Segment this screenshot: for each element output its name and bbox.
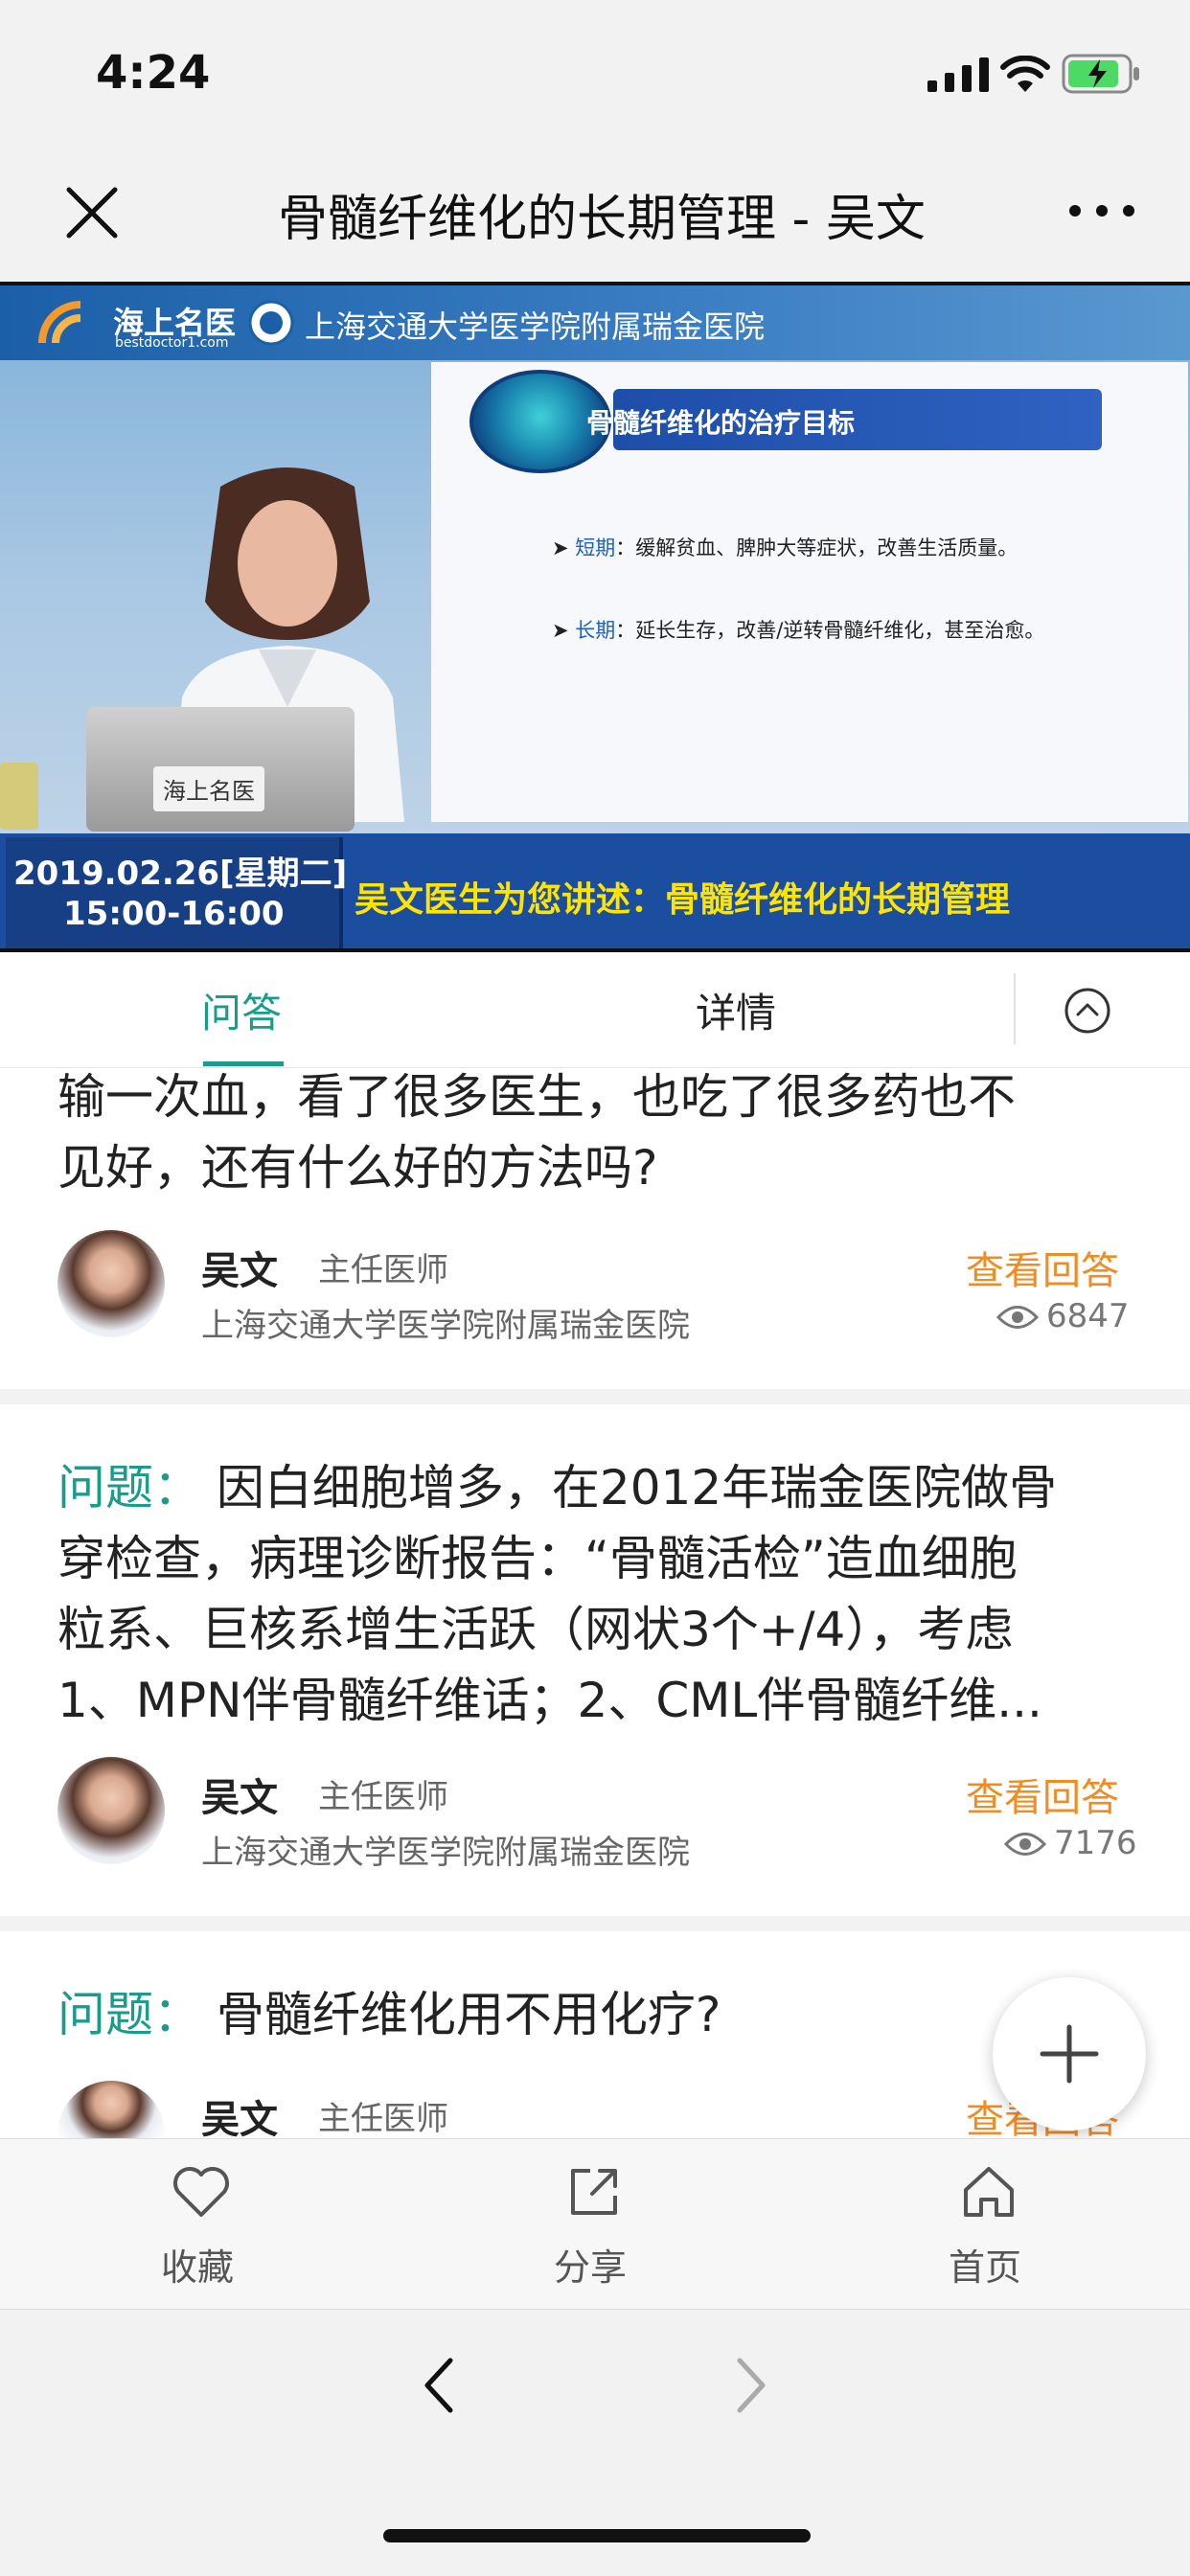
plus-icon <box>1040 2024 1099 2084</box>
video-logo-subtext: bestdoctor1.com <box>115 335 229 351</box>
slide-title: 骨髓纤维化的治疗目标 <box>586 407 856 439</box>
doctor-title: 主任医师 <box>318 2100 448 2138</box>
view-count: 6847 <box>1046 1297 1130 1335</box>
slide-bullet-long-term: ➤ 长期：延长生存，改善/逆转骨髓纤维化，甚至治愈。 <box>552 619 1045 642</box>
view-answer-link[interactable]: 查看回答 <box>966 1240 1119 1295</box>
doctor-title: 主任医师 <box>318 1251 448 1289</box>
slide-bullet-key: 短期 <box>575 536 616 559</box>
doctor-hospital: 上海交通大学医学院附属瑞金医院 <box>201 1834 690 1872</box>
question-text[interactable]: 问题： 骨髓纤维化用不用化疗? <box>57 1979 721 2050</box>
home-indicator <box>383 2529 811 2542</box>
question-line: 因白细胞增多，在2012年瑞金医院做骨 <box>216 1460 1058 1516</box>
share-label: 分享 <box>554 2246 628 2289</box>
slide-bullet-text: ：缓解贫血、脾肿大等症状，改善生活质量。 <box>615 536 1018 559</box>
slide-bullet-text: ：延长生存，改善/逆转骨髓纤维化，甚至治愈。 <box>615 619 1045 642</box>
favorite-button[interactable]: 收藏 <box>144 2161 259 2295</box>
forward-icon[interactable] <box>732 2357 770 2414</box>
question-line: 穿检查，病理诊断报告：“骨髓活检”造血细胞 <box>57 1531 1018 1586</box>
favorite-label: 收藏 <box>161 2246 235 2289</box>
broadcast-time: 15:00-16:00 <box>63 895 285 933</box>
more-icon[interactable] <box>1064 192 1140 230</box>
question-line: 1、MPN伴骨髓纤维话；2、CML伴骨髓纤维... <box>57 1673 1042 1728</box>
video-hospital-name: 上海交通大学医学院附属瑞金医院 <box>305 308 766 345</box>
list-separator <box>0 1389 1190 1404</box>
doctor-name: 吴文 <box>201 1249 278 1293</box>
status-time: 4:24 <box>96 46 211 100</box>
slide-bullet-short-term: ➤ 短期：缓解贫血、脾肿大等症状，改善生活质量。 <box>552 536 1018 559</box>
hospital-emblem-icon <box>248 300 294 346</box>
doctor-hospital: 上海交通大学医学院附属瑞金医院 <box>201 1307 690 1345</box>
cellular-signal-icon <box>927 57 989 92</box>
laptop-logo-text: 海上名医 <box>153 766 264 811</box>
list-separator <box>0 1916 1190 1931</box>
question-line: 见好，还有什么好的方法吗? <box>57 1140 658 1196</box>
question-line: 输一次血，看了很多医生，也吃了很多药也不 <box>57 1069 1016 1125</box>
share-button[interactable]: 分享 <box>537 2161 652 2295</box>
question-line: 粒系、巨核系增生活跃（网状3个+/4），考虑 <box>57 1602 1014 1657</box>
broadcast-date: 2019.02.26[星期二] <box>13 855 348 893</box>
eye-icon <box>996 1306 1039 1329</box>
add-button[interactable] <box>993 1977 1146 2131</box>
back-icon[interactable] <box>420 2357 458 2414</box>
question-text[interactable]: 问题： 因白细胞增多，在2012年瑞金医院做骨 穿检查，病理诊断报告：“骨髓活检… <box>57 1452 1140 1736</box>
avatar[interactable] <box>57 1757 165 1864</box>
eye-icon <box>1004 1833 1046 1856</box>
home-label: 首页 <box>949 2246 1022 2289</box>
tab-bar <box>0 952 1190 1068</box>
slide-bullet-key: 长期 <box>575 619 616 642</box>
wifi-icon <box>1000 56 1050 92</box>
cup <box>0 763 38 830</box>
doctor-name: 吴文 <box>201 2098 278 2142</box>
heart-icon <box>173 2167 229 2217</box>
close-icon[interactable] <box>63 184 121 241</box>
avatar[interactable] <box>57 1230 165 1337</box>
tab-qa[interactable]: 问答 <box>201 981 282 1039</box>
avatar[interactable] <box>57 2081 165 2138</box>
question-label: 问题： <box>57 1987 201 2042</box>
home-icon <box>964 2167 1014 2217</box>
view-count: 7176 <box>1054 1824 1137 1862</box>
question-text[interactable]: 输一次血，看了很多医生，也吃了很多药也不 见好，还有什么好的方法吗? <box>57 1061 1016 1203</box>
share-icon <box>571 2169 617 2215</box>
question-line: 骨髓纤维化用不用化疗? <box>216 1987 721 2042</box>
battery-charging-icon <box>1062 54 1139 94</box>
logo-icon <box>38 301 81 344</box>
page-title: 骨髓纤维化的长期管理 - 吴文 <box>278 191 926 248</box>
tab-divider <box>1014 973 1016 1044</box>
video-player[interactable]: 海上名医 bestdoctor1.com 上海交通大学医学院附属瑞金医院 骨髓纤… <box>0 282 1190 952</box>
question-label: 问题： <box>57 1460 201 1516</box>
view-answer-link[interactable]: 查看回答 <box>966 1767 1119 1822</box>
home-button[interactable]: 首页 <box>931 2161 1046 2295</box>
tab-detail[interactable]: 详情 <box>696 981 776 1039</box>
doctor-title: 主任医师 <box>318 1778 448 1816</box>
chevron-up-icon[interactable] <box>1064 987 1111 1035</box>
doctor-name: 吴文 <box>201 1776 278 1820</box>
video-caption: 吴文医生为您讲述：骨髓纤维化的长期管理 <box>355 880 1011 920</box>
